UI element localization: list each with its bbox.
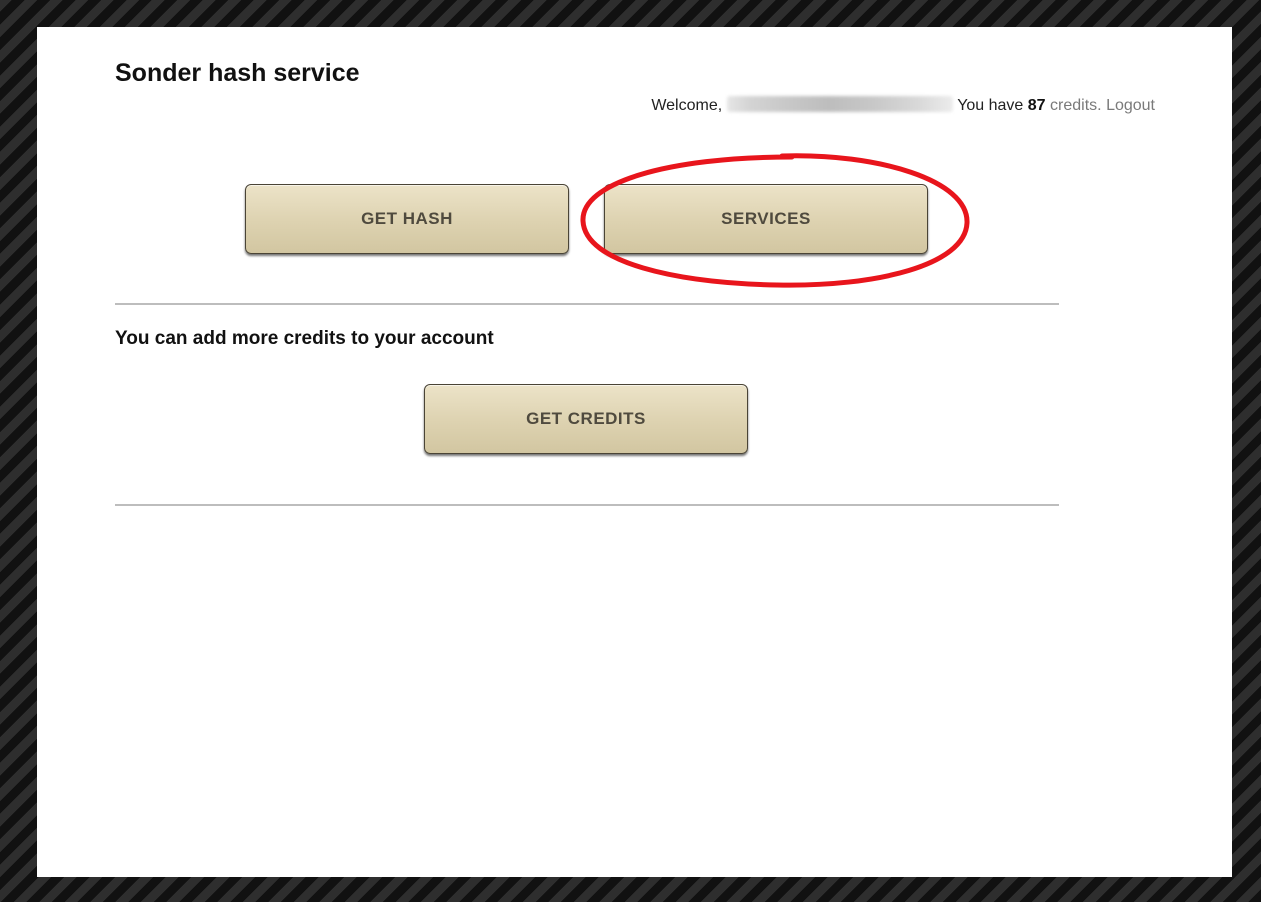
services-button[interactable]: SERVICES: [604, 184, 928, 254]
site-title: Sonder hash service: [115, 59, 360, 87]
add-credits-message: You can add more credits to your account: [115, 328, 494, 349]
user-bar: Welcome, You have 87 credits. Logout: [651, 96, 1155, 115]
welcome-label: Welcome,: [651, 97, 723, 114]
divider-bottom: [115, 504, 1059, 506]
divider-top: [115, 303, 1059, 305]
credits-link[interactable]: credits.: [1050, 97, 1102, 114]
user-email-redacted: [727, 96, 954, 112]
get-credits-button[interactable]: GET CREDITS: [424, 384, 748, 454]
credits-prefix: You have: [957, 97, 1024, 114]
credits-count: 87: [1027, 97, 1046, 114]
main-panel: Sonder hash service Welcome, You have 87 …: [37, 27, 1232, 877]
logout-link[interactable]: Logout: [1106, 97, 1155, 114]
get-hash-button[interactable]: GET HASH: [245, 184, 569, 254]
